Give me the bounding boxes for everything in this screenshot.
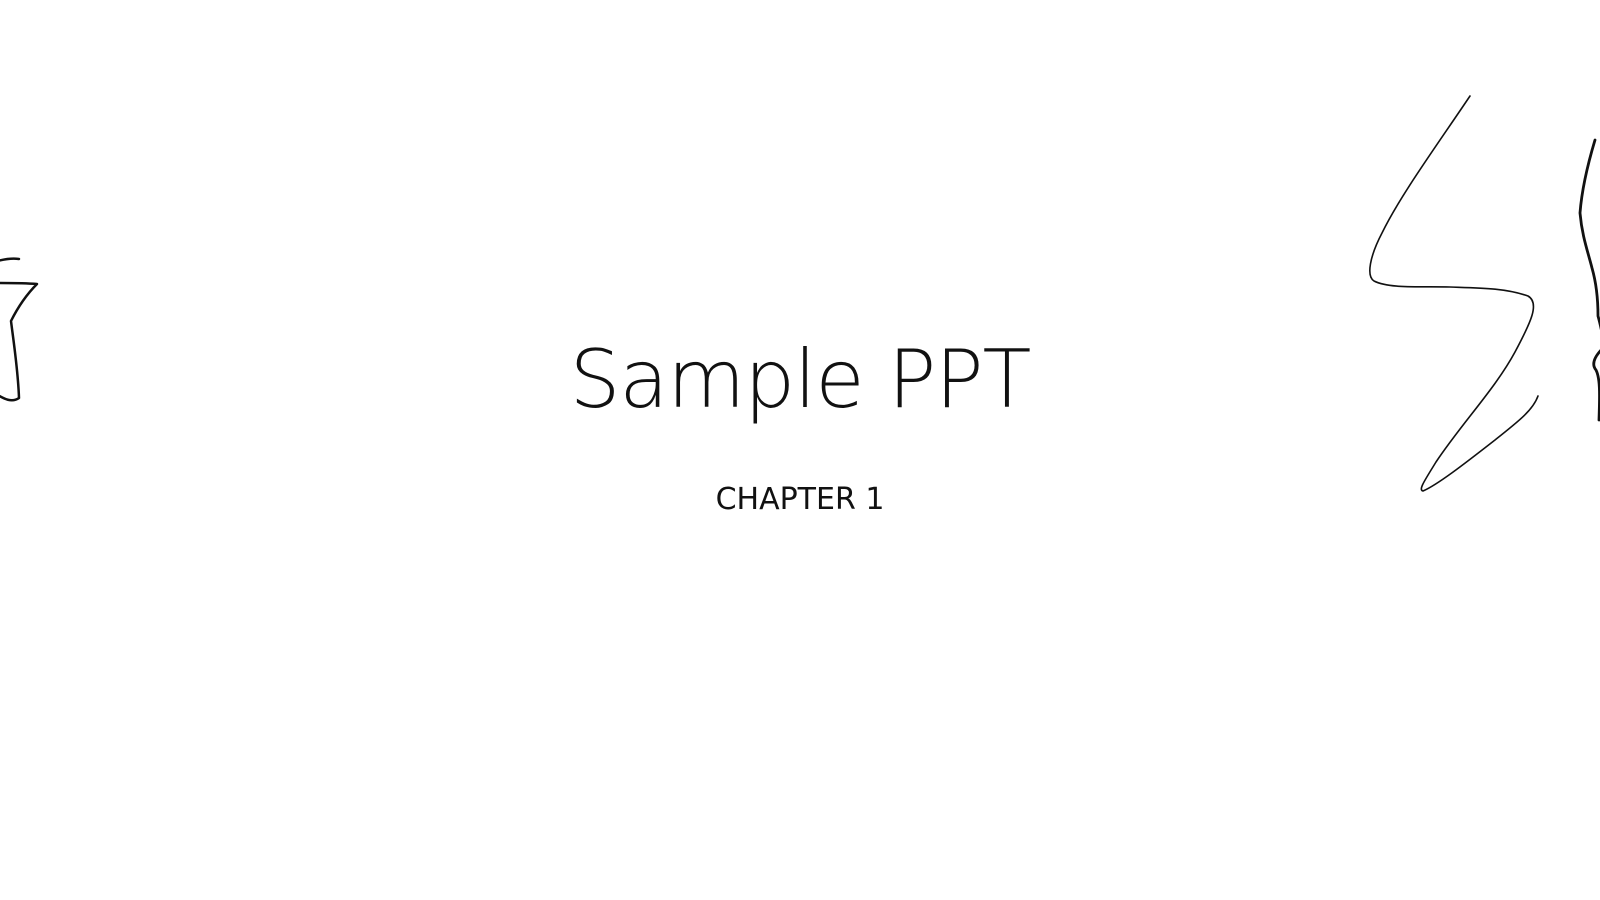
slide-title: Sample PPT [569,333,1032,426]
slide-canvas: Sample PPT CHAPTER 1 [0,0,1600,900]
ink-drawings [0,95,1600,492]
slide-subtitle: CHAPTER 1 [715,482,885,517]
